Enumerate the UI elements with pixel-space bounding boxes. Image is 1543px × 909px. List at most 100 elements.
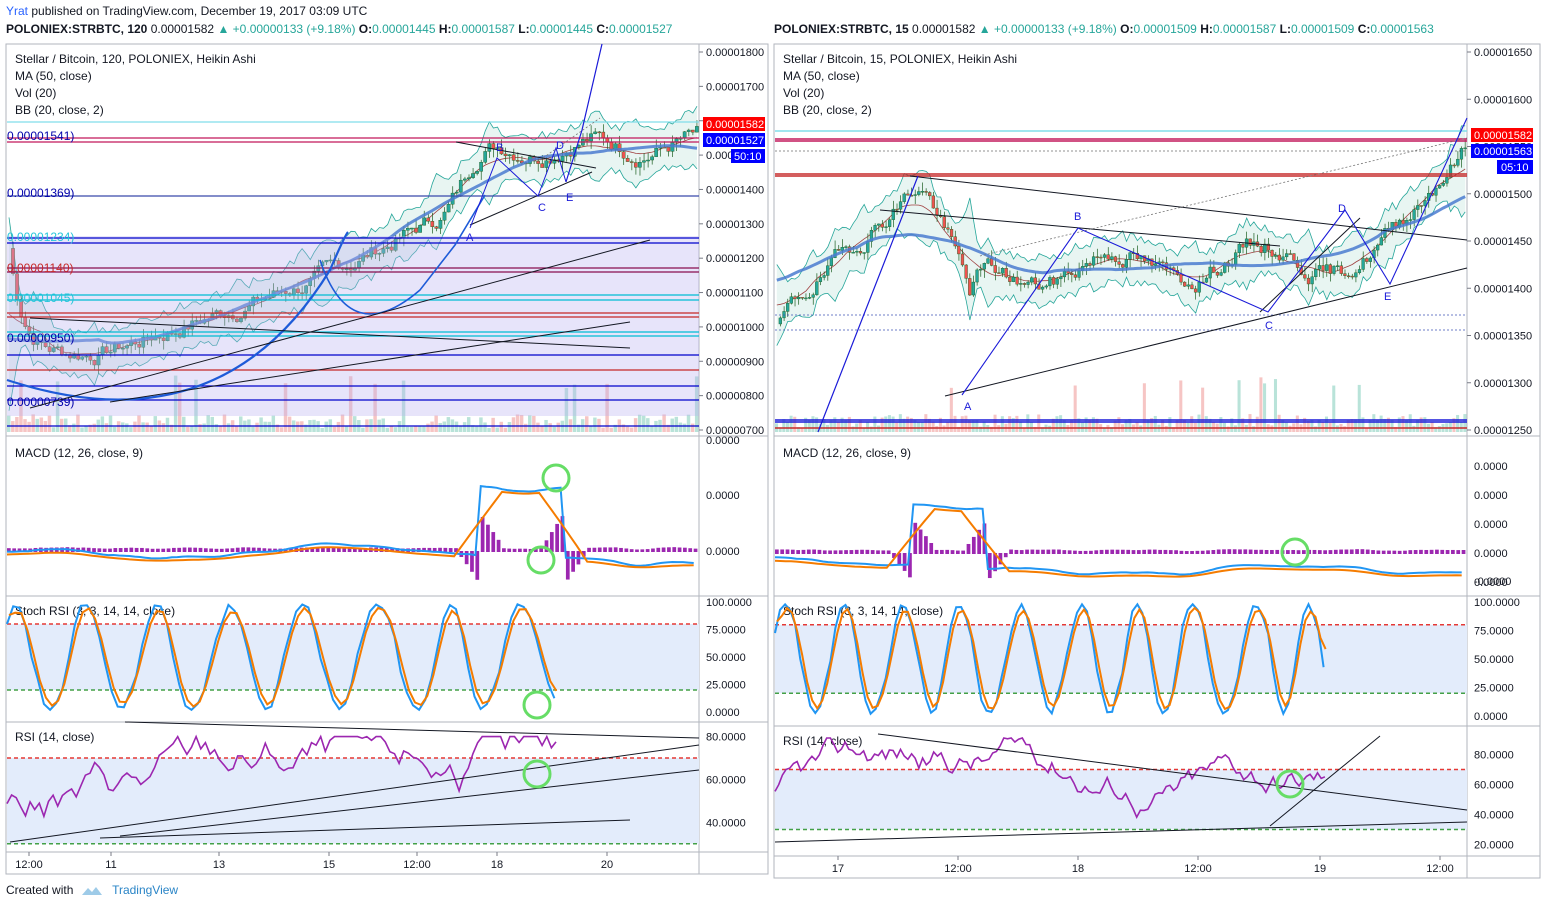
candle <box>1215 271 1220 276</box>
macd-histogram-bar <box>1009 549 1013 554</box>
volume-bar <box>51 427 56 432</box>
time-axis-label: 18 <box>491 859 503 871</box>
stoch-axis-label: 75.0000 <box>1474 626 1514 638</box>
candle <box>1306 277 1311 285</box>
macd-histogram-bar <box>1195 550 1200 554</box>
candle <box>1317 265 1322 270</box>
stoch-axis-label: 100.0000 <box>706 597 752 609</box>
stoch-axis-label: 25.0000 <box>1474 683 1514 695</box>
macd-histogram-bar <box>156 548 160 552</box>
candle <box>601 131 606 139</box>
volume-bar <box>430 421 434 432</box>
volume-bar <box>942 425 946 432</box>
volume-bar <box>1324 416 1328 432</box>
candle <box>1030 277 1034 283</box>
candle <box>1368 257 1373 262</box>
volume-bar <box>499 421 504 432</box>
macd-histogram-bar <box>693 548 698 552</box>
volume-bar <box>296 421 300 432</box>
candle <box>975 269 979 283</box>
macd-histogram-bar <box>571 551 575 572</box>
macd-histogram-bar <box>1238 549 1242 554</box>
macd-histogram-bar <box>812 549 816 554</box>
macd-histogram-bar <box>448 548 453 552</box>
time-axis-label: 12:00 <box>15 859 43 871</box>
volume-bar <box>72 423 76 432</box>
candle <box>442 211 447 221</box>
volume-bar <box>866 422 870 432</box>
candle <box>844 246 848 248</box>
volume-bar <box>964 415 968 432</box>
candle <box>1463 147 1467 150</box>
candle <box>1259 245 1263 253</box>
candle <box>1335 265 1340 267</box>
trend-line <box>909 175 1468 241</box>
volume-bar <box>670 418 674 432</box>
candle <box>1281 256 1285 261</box>
macd-histogram-bar <box>1152 549 1157 554</box>
macd-histogram-bar <box>801 549 806 554</box>
rsi-label: RSI (14, close) <box>15 730 94 744</box>
macd-histogram-bar <box>645 549 650 552</box>
macd-histogram-bar <box>629 549 634 552</box>
macd-histogram-bar <box>443 547 448 552</box>
macd-histogram-bar <box>241 547 245 552</box>
candle <box>467 177 471 180</box>
macd-histogram-bar <box>523 548 528 552</box>
charts-canvas[interactable]: 0.00001800 0.00001700 0.00001600 0.00001500… <box>0 0 1543 909</box>
level-label: 0.00001045) <box>7 291 74 305</box>
candle <box>928 192 932 197</box>
volume-bar <box>483 422 487 432</box>
volume-bar <box>884 416 888 432</box>
candle <box>1445 177 1449 184</box>
candle <box>1066 271 1070 274</box>
tradingview-brand-link[interactable]: TradingView <box>112 883 178 897</box>
volume-bar <box>409 426 414 432</box>
macd-histogram-bar <box>177 547 182 552</box>
candle <box>1059 276 1063 280</box>
macd-histogram-bar <box>961 550 966 554</box>
macd-histogram-bar <box>940 549 944 554</box>
macd-histogram-bar <box>1419 549 1423 554</box>
macd-histogram-bar <box>1057 549 1061 554</box>
macd-histogram-bar <box>1136 550 1141 554</box>
candle <box>1361 258 1365 270</box>
macd-histogram-bar <box>918 529 923 554</box>
volume-bar <box>1295 415 1299 432</box>
volume-bar <box>1321 421 1325 432</box>
candle <box>949 229 954 237</box>
candle <box>406 228 410 231</box>
volume-bar <box>1259 377 1263 432</box>
volume-bar <box>1277 414 1281 432</box>
candle <box>1325 264 1329 271</box>
volume-bar <box>361 427 365 432</box>
macd-histogram-bar <box>1381 550 1386 554</box>
macd-histogram-bar <box>860 549 864 554</box>
macd-histogram-bar <box>1344 549 1349 554</box>
macd-histogram-bar <box>597 547 602 552</box>
volume-bar <box>120 422 125 432</box>
level-label: 0.00001369) <box>7 186 74 200</box>
volume-bar <box>108 415 113 432</box>
candle <box>888 219 892 227</box>
candle <box>638 162 642 168</box>
macd-histogram-bar <box>464 551 469 565</box>
level-label: 0.00000739) <box>7 395 74 409</box>
volume-bar <box>1463 414 1467 432</box>
price-axis-label: 0.00001200 <box>706 253 764 265</box>
candle <box>454 191 459 194</box>
close-price-tag: 0.00001563 <box>1474 146 1532 158</box>
time-axis-label: 17 <box>832 863 844 875</box>
stoch-axis-label: 0.0000 <box>706 707 740 719</box>
candle <box>1376 244 1380 251</box>
volume-bar <box>1015 415 1019 432</box>
macd-histogram-bar <box>1222 549 1226 554</box>
chart-title: Stellar / Bitcoin, 15, POLONIEX, Heikin … <box>783 52 1017 66</box>
candle <box>1110 256 1114 260</box>
volume-bar <box>642 415 646 432</box>
indicator-legend: MA (50, close) <box>15 69 92 83</box>
volume-bar <box>906 416 910 432</box>
candle <box>851 251 855 254</box>
volume-bar <box>466 417 471 432</box>
macd-histogram-bar <box>619 547 623 552</box>
